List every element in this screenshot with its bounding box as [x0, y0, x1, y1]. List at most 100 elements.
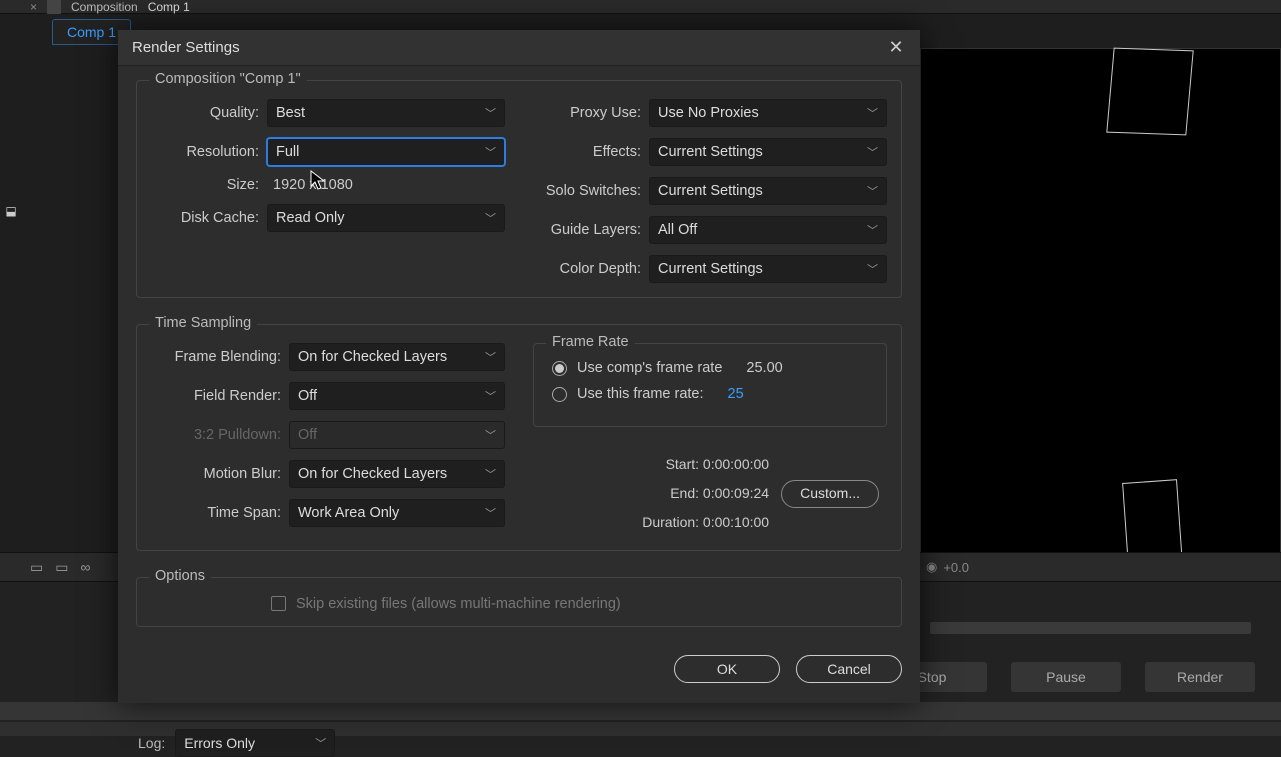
quality-dropdown[interactable]: Best ﹀: [267, 99, 505, 127]
size-label: Size:: [151, 177, 259, 193]
checkbox-icon: [271, 596, 286, 611]
resolution-label: Resolution:: [151, 144, 259, 160]
pulldown-label: 3:2 Pulldown:: [151, 427, 281, 443]
chevron-down-icon: ﹀: [485, 349, 496, 365]
radio-icon[interactable]: [552, 361, 567, 376]
this-fr-value[interactable]: 25: [728, 386, 744, 402]
log-label: Log:: [138, 735, 165, 751]
field-render-label: Field Render:: [151, 388, 281, 404]
pulldown-dropdown: Off ﹀: [289, 421, 505, 449]
options-group: Options Skip existing files (allows mult…: [136, 577, 902, 627]
depth-label: Color Depth:: [533, 261, 641, 277]
depth-value: Current Settings: [658, 261, 763, 277]
use-this-fr-row[interactable]: Use this frame rate: 25: [548, 386, 872, 402]
quality-label: Quality:: [151, 105, 259, 121]
guide-label: Guide Layers:: [533, 222, 641, 238]
chevron-down-icon: ﹀: [485, 505, 496, 521]
blend-dropdown[interactable]: On for Checked Layers ﹀: [289, 343, 505, 371]
mask-icon[interactable]: ∞: [80, 559, 90, 575]
cancel-button[interactable]: Cancel: [796, 655, 902, 683]
dialog-header[interactable]: Render Settings ✕: [118, 30, 920, 66]
solo-value: Current Settings: [658, 183, 763, 199]
left-toolbar: ⬓: [0, 200, 18, 222]
chevron-down-icon: ﹀: [867, 105, 878, 121]
disk-cache-dropdown[interactable]: Read Only ﹀: [267, 204, 505, 232]
dialog-title: Render Settings: [132, 39, 240, 56]
footer-icon[interactable]: ▭: [55, 559, 68, 576]
render-buttons: Stop Pause Render: [877, 662, 1255, 692]
pulldown-value: Off: [298, 427, 317, 443]
resolution-dropdown[interactable]: Full ﹀: [267, 138, 505, 166]
chevron-down-icon: ﹀: [485, 144, 496, 160]
solo-label: Solo Switches:: [533, 183, 641, 199]
proxy-dropdown[interactable]: Use No Proxies ﹀: [649, 99, 887, 127]
exposure-control[interactable]: ◉ +0.0: [926, 559, 969, 575]
use-comp-fr-label: Use comp's frame rate: [577, 360, 722, 376]
blur-dropdown[interactable]: On for Checked Layers ﹀: [289, 460, 505, 488]
aperture-icon: ◉: [926, 559, 937, 575]
effects-label: Effects:: [533, 144, 641, 160]
chevron-down-icon: ﹀: [485, 427, 496, 443]
use-this-fr-label: Use this frame rate:: [577, 386, 704, 402]
guide-dropdown[interactable]: All Off ﹀: [649, 216, 887, 244]
disk-cache-value: Read Only: [276, 210, 345, 226]
flowchart-icon[interactable]: ⬓: [4, 204, 18, 218]
log-row: Log: Errors Only ﹀: [138, 729, 335, 757]
log-dropdown[interactable]: Errors Only ﹀: [175, 729, 335, 757]
log-value: Errors Only: [184, 735, 255, 751]
blend-value: On for Checked Layers: [298, 349, 447, 365]
chevron-down-icon: ﹀: [485, 210, 496, 226]
effects-value: Current Settings: [658, 144, 763, 160]
composition-preview[interactable]: [920, 48, 1281, 577]
ok-button[interactable]: OK: [674, 655, 780, 683]
panel-title-name: Comp 1: [148, 0, 190, 14]
composition-group: Composition "Comp 1" Quality: Best ﹀ Res…: [136, 80, 902, 298]
dialog-body: Composition "Comp 1" Quality: Best ﹀ Res…: [118, 66, 920, 649]
solo-dropdown[interactable]: Current Settings ﹀: [649, 177, 887, 205]
skip-files-label: Skip existing files (allows multi-machin…: [296, 596, 621, 612]
progress-track: [930, 622, 1251, 634]
depth-dropdown[interactable]: Current Settings ﹀: [649, 255, 887, 283]
span-dropdown[interactable]: Work Area Only ﹀: [289, 499, 505, 527]
chevron-down-icon: ﹀: [485, 466, 496, 482]
chevron-down-icon: ﹀: [867, 183, 878, 199]
skip-files-row: Skip existing files (allows multi-machin…: [151, 596, 887, 612]
close-icon[interactable]: ✕: [886, 37, 906, 58]
footer-icon[interactable]: ▭: [30, 559, 43, 576]
duration-time: Duration: 0:00:10:00: [642, 510, 769, 535]
chevron-down-icon: ﹀: [485, 388, 496, 404]
radio-icon[interactable]: [552, 387, 567, 402]
size-value: 1920 x 1080: [267, 177, 353, 193]
proxy-label: Proxy Use:: [533, 105, 641, 121]
blend-label: Frame Blending:: [151, 349, 281, 365]
quality-value: Best: [276, 105, 305, 121]
panel-close-icon[interactable]: ×: [30, 0, 37, 14]
chevron-down-icon: ﹀: [485, 105, 496, 121]
field-render-value: Off: [298, 388, 317, 404]
chevron-down-icon: ﹀: [867, 144, 878, 160]
options-title: Options: [149, 568, 211, 584]
blur-label: Motion Blur:: [151, 466, 281, 482]
chevron-down-icon: ﹀: [867, 222, 878, 238]
composition-group-title: Composition "Comp 1": [149, 71, 307, 87]
field-render-dropdown[interactable]: Off ﹀: [289, 382, 505, 410]
effects-dropdown[interactable]: Current Settings ﹀: [649, 138, 887, 166]
disk-cache-label: Disk Cache:: [151, 210, 259, 226]
pause-button[interactable]: Pause: [1011, 662, 1121, 692]
custom-button[interactable]: Custom...: [781, 480, 879, 508]
use-comp-fr-row[interactable]: Use comp's frame rate 25.00: [548, 360, 872, 376]
guide-value: All Off: [658, 222, 697, 238]
panel-title-prefix: Composition: [71, 0, 138, 14]
start-time: Start: 0:00:00:00: [666, 452, 770, 477]
render-button[interactable]: Render: [1145, 662, 1255, 692]
time-sampling-group: Time Sampling Frame Blending: On for Che…: [136, 324, 902, 551]
chevron-down-icon: ﹀: [315, 735, 326, 751]
exposure-value[interactable]: +0.0: [943, 560, 969, 575]
queue-row: [0, 702, 1281, 720]
chevron-down-icon: ﹀: [867, 261, 878, 277]
span-value: Work Area Only: [298, 505, 399, 521]
resolution-value: Full: [276, 144, 299, 160]
render-settings-dialog: Render Settings ✕ Composition "Comp 1" Q…: [118, 30, 920, 703]
time-sampling-title: Time Sampling: [149, 315, 257, 331]
panel-lock-icon[interactable]: [47, 0, 61, 14]
